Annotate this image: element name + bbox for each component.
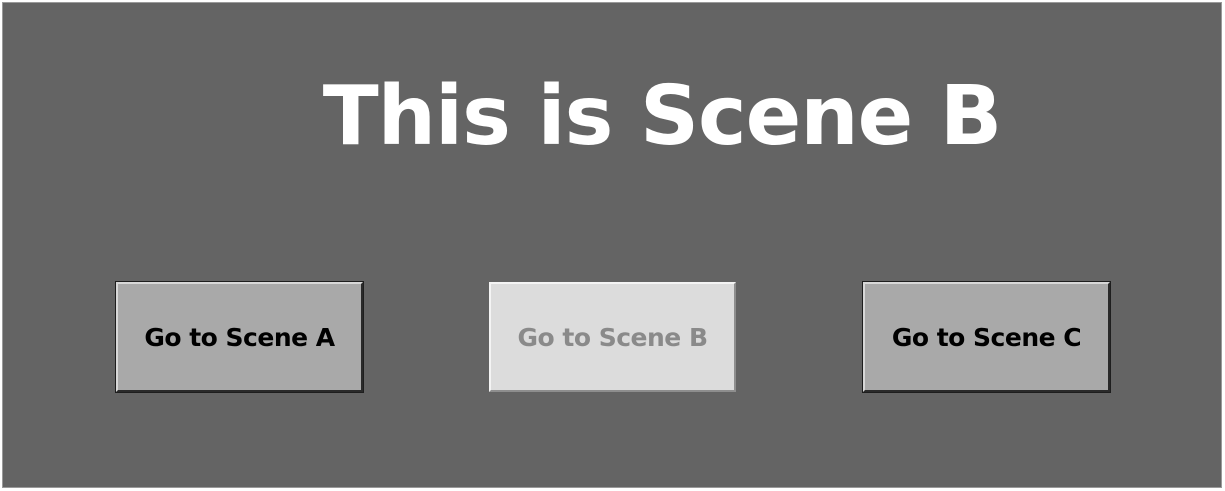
go-to-scene-c-button[interactable]: Go to Scene C <box>863 282 1110 392</box>
scene-window: This is Scene B Go to Scene A Go to Scen… <box>2 2 1222 488</box>
go-to-scene-a-button[interactable]: Go to Scene A <box>116 282 363 392</box>
go-to-scene-b-button[interactable]: Go to Scene B <box>489 282 736 392</box>
scene-title: This is Scene B <box>322 69 1003 164</box>
